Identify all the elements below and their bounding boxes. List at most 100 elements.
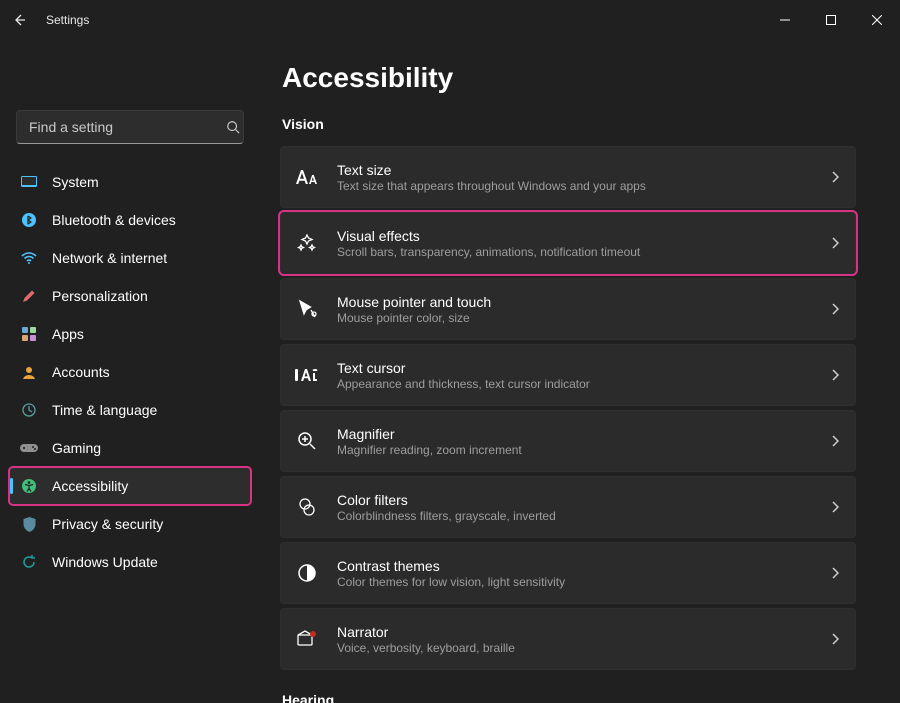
section-hearing-title: Hearing <box>282 692 856 703</box>
card-color-filters[interactable]: Color filtersColorblindness filters, gra… <box>280 476 856 538</box>
maximize-icon <box>826 15 836 25</box>
card-text-size[interactable]: Text sizeText size that appears througho… <box>280 146 856 208</box>
window-title: Settings <box>46 13 89 27</box>
mouse-pointer-icon <box>295 297 319 321</box>
card-contrast-themes[interactable]: Contrast themesColor themes for low visi… <box>280 542 856 604</box>
search-input[interactable] <box>17 119 222 135</box>
search-icon <box>222 120 243 134</box>
card-text-cursor[interactable]: Text cursorAppearance and thickness, tex… <box>280 344 856 406</box>
time-language-icon <box>20 401 38 419</box>
sidebar-item-personalization[interactable]: Personalization <box>10 278 250 314</box>
minimize-icon <box>780 15 790 25</box>
sidebar-item-label: Gaming <box>52 440 240 456</box>
card-narrator[interactable]: NarratorVoice, verbosity, keyboard, brai… <box>280 608 856 670</box>
chevron-right-icon <box>831 633 839 645</box>
card-subtitle: Colorblindness filters, grayscale, inver… <box>337 509 813 523</box>
magnifier-icon <box>295 429 319 453</box>
window-controls <box>762 4 900 36</box>
back-button[interactable] <box>8 8 32 32</box>
sidebar-item-apps[interactable]: Apps <box>10 316 250 352</box>
minimize-button[interactable] <box>762 4 808 36</box>
card-text: Visual effectsScroll bars, transparency,… <box>337 228 813 259</box>
chevron-right-icon <box>831 237 839 249</box>
gaming-icon <box>20 439 38 457</box>
sidebar-item-gaming[interactable]: Gaming <box>10 430 250 466</box>
sidebar-item-label: System <box>52 174 240 190</box>
sidebar-item-label: Accessibility <box>52 478 240 494</box>
arrow-left-icon <box>12 12 28 28</box>
card-subtitle: Magnifier reading, zoom increment <box>337 443 813 457</box>
sidebar-item-label: Privacy & security <box>52 516 240 532</box>
card-text: MagnifierMagnifier reading, zoom increme… <box>337 426 813 457</box>
narrator-icon <box>295 627 319 651</box>
card-text: Color filtersColorblindness filters, gra… <box>337 492 813 523</box>
sidebar-item-accessibility[interactable]: Accessibility <box>10 468 250 504</box>
pen-icon <box>20 287 38 305</box>
card-subtitle: Mouse pointer color, size <box>337 311 813 325</box>
chevron-right-icon <box>831 567 839 579</box>
sidebar-item-time-language[interactable]: Time & language <box>10 392 250 428</box>
card-title: Mouse pointer and touch <box>337 294 813 310</box>
card-title: Narrator <box>337 624 813 640</box>
card-subtitle: Voice, verbosity, keyboard, braille <box>337 641 813 655</box>
bluetooth-icon <box>20 211 38 229</box>
system-icon <box>20 173 38 191</box>
visual-effects-icon <box>295 231 319 255</box>
titlebar: Settings <box>0 0 900 40</box>
vision-cards: Text sizeText size that appears througho… <box>280 146 856 670</box>
card-text: Text cursorAppearance and thickness, tex… <box>337 360 813 391</box>
card-mouse-pointer[interactable]: Mouse pointer and touchMouse pointer col… <box>280 278 856 340</box>
windows-update-icon <box>20 553 38 571</box>
sidebar-item-label: Accounts <box>52 364 240 380</box>
card-magnifier[interactable]: MagnifierMagnifier reading, zoom increme… <box>280 410 856 472</box>
apps-icon <box>20 325 38 343</box>
contrast-icon <box>295 561 319 585</box>
card-title: Text cursor <box>337 360 813 376</box>
chevron-right-icon <box>831 303 839 315</box>
card-text: Mouse pointer and touchMouse pointer col… <box>337 294 813 325</box>
sidebar-item-windows-update[interactable]: Windows Update <box>10 544 250 580</box>
sidebar: System Bluetooth & devices Network & inter… <box>0 40 260 703</box>
sidebar-item-system[interactable]: System <box>10 164 250 200</box>
text-cursor-icon <box>295 363 319 387</box>
accounts-icon <box>20 363 38 381</box>
accessibility-icon <box>20 477 38 495</box>
close-icon <box>872 15 882 25</box>
sidebar-item-accounts[interactable]: Accounts <box>10 354 250 390</box>
card-text: NarratorVoice, verbosity, keyboard, brai… <box>337 624 813 655</box>
sidebar-item-label: Windows Update <box>52 554 240 570</box>
content: Accessibility Vision Text sizeText size … <box>260 40 900 703</box>
sidebar-item-label: Personalization <box>52 288 240 304</box>
chevron-right-icon <box>831 369 839 381</box>
chevron-right-icon <box>831 501 839 513</box>
chevron-right-icon <box>831 435 839 447</box>
card-title: Color filters <box>337 492 813 508</box>
wifi-icon <box>20 249 38 267</box>
sidebar-item-label: Time & language <box>52 402 240 418</box>
section-vision-title: Vision <box>282 116 856 132</box>
sidebar-item-network[interactable]: Network & internet <box>10 240 250 276</box>
card-text: Contrast themesColor themes for low visi… <box>337 558 813 589</box>
card-subtitle: Scroll bars, transparency, animations, n… <box>337 245 813 259</box>
sidebar-item-label: Bluetooth & devices <box>52 212 240 228</box>
card-subtitle: Color themes for low vision, light sensi… <box>337 575 813 589</box>
nav-list: System Bluetooth & devices Network & inter… <box>10 164 250 580</box>
card-title: Visual effects <box>337 228 813 244</box>
card-visual-effects[interactable]: Visual effectsScroll bars, transparency,… <box>280 212 856 274</box>
sidebar-item-privacy[interactable]: Privacy & security <box>10 506 250 542</box>
card-subtitle: Text size that appears throughout Window… <box>337 179 813 193</box>
maximize-button[interactable] <box>808 4 854 36</box>
search-box[interactable] <box>16 110 244 144</box>
close-button[interactable] <box>854 4 900 36</box>
color-filters-icon <box>295 495 319 519</box>
card-text: Text sizeText size that appears througho… <box>337 162 813 193</box>
card-title: Magnifier <box>337 426 813 442</box>
card-subtitle: Appearance and thickness, text cursor in… <box>337 377 813 391</box>
shield-icon <box>20 515 38 533</box>
card-title: Text size <box>337 162 813 178</box>
text-size-icon <box>295 165 319 189</box>
sidebar-item-label: Apps <box>52 326 240 342</box>
card-title: Contrast themes <box>337 558 813 574</box>
page-title: Accessibility <box>282 62 856 94</box>
sidebar-item-bluetooth[interactable]: Bluetooth & devices <box>10 202 250 238</box>
